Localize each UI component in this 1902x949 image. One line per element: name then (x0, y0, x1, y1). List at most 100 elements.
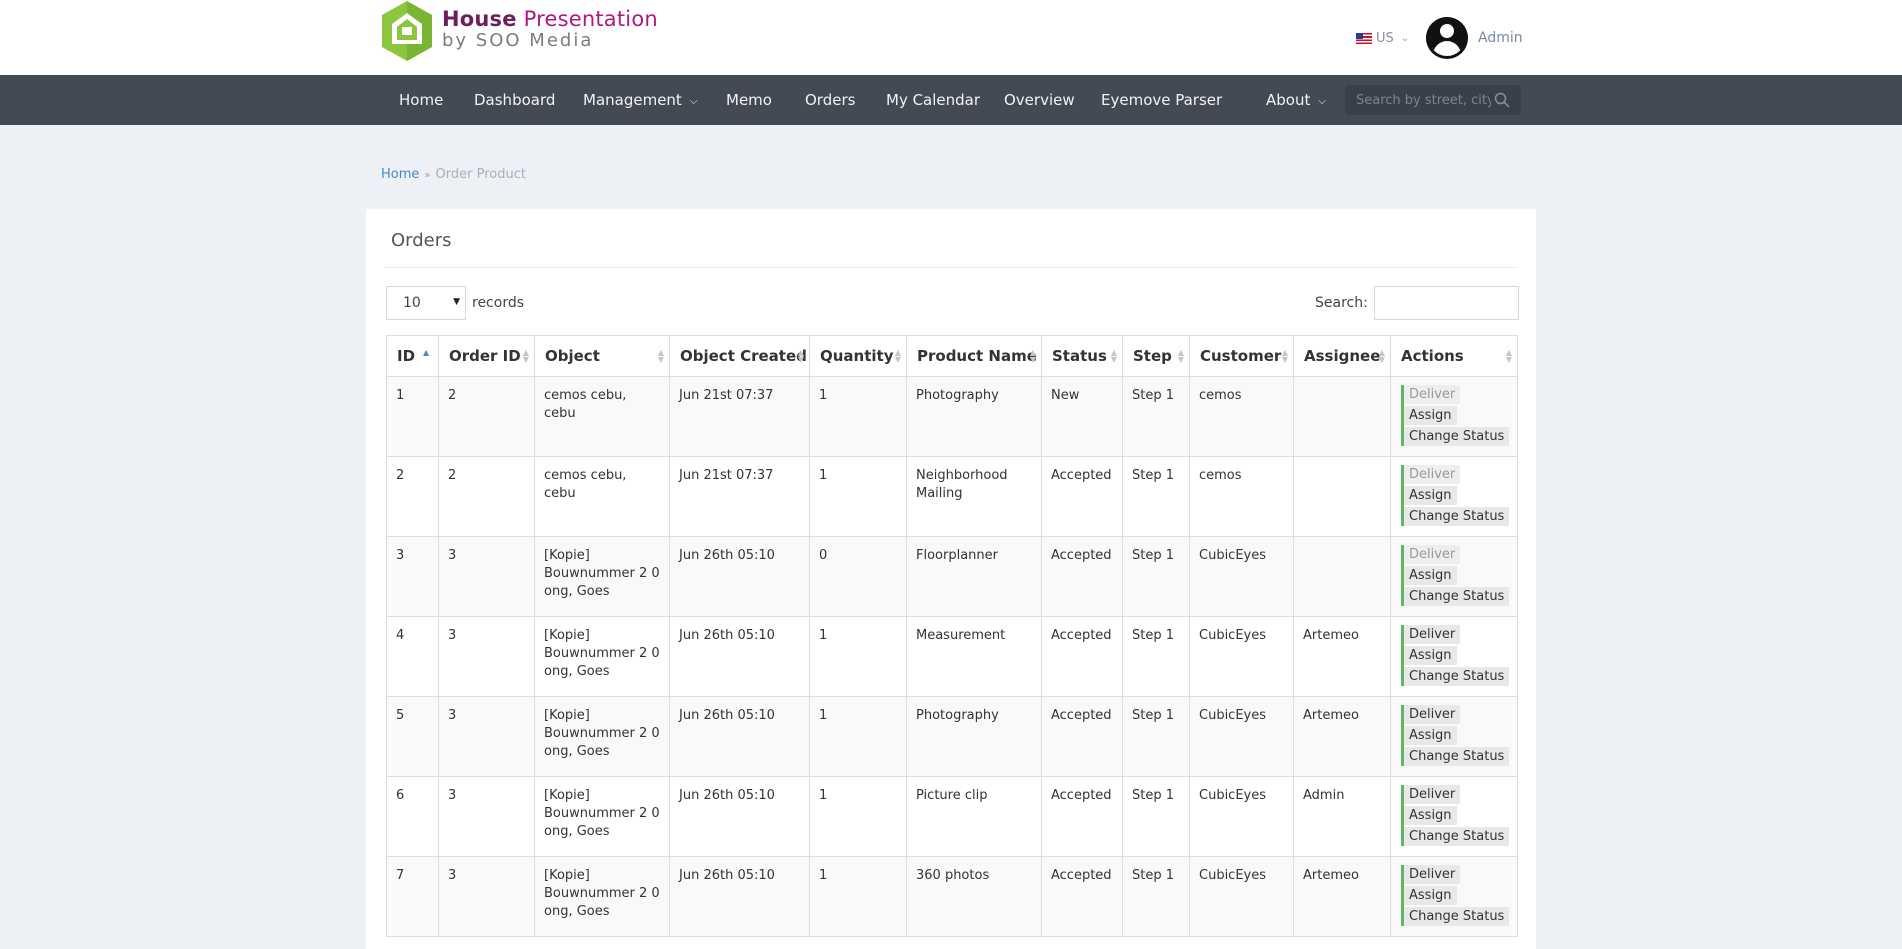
deliver-button[interactable]: Deliver (1404, 465, 1461, 484)
column-header-status[interactable]: Status ▲ ▼ (1041, 335, 1123, 377)
language-label: US (1376, 31, 1394, 46)
column-header-actions[interactable]: Actions ▲ ▼ (1390, 335, 1518, 377)
user-name: Admin (1478, 30, 1523, 46)
cell-assignee (1293, 376, 1391, 457)
assign-button[interactable]: Assign (1404, 806, 1457, 825)
cell-assignee (1293, 456, 1391, 537)
deliver-button[interactable]: Deliver (1404, 625, 1461, 644)
nav-item-memo[interactable]: Memo (726, 75, 772, 125)
column-header-label: Status (1052, 347, 1107, 365)
cell-customer: CubicEyes (1189, 536, 1294, 617)
column-header-product-name[interactable]: Product Name ▲ ▼ (906, 335, 1042, 377)
cell-object: [Kopie] Bouwnummer 2 0 ong, Goes (534, 536, 670, 617)
sort-icon: ▲ ▼ (522, 348, 529, 364)
deliver-button[interactable]: Deliver (1404, 705, 1461, 724)
column-header-object-created[interactable]: Object Created ▲ ▼ (669, 335, 810, 377)
column-header-quantity[interactable]: Quantity ▲ ▼ (809, 335, 907, 377)
cell-order-id: 3 (438, 856, 535, 937)
action-button-group: Deliver Assign Change Status (1401, 785, 1510, 846)
cell-order-id: 2 (438, 376, 535, 457)
column-header-customer[interactable]: Customer ▲ ▼ (1189, 335, 1294, 377)
nav-item-dashboard[interactable]: Dashboard (474, 75, 555, 125)
cell-assignee: Artemeo (1293, 616, 1391, 697)
top-header: House Presentation by SOO Media US ⌄ Adm… (0, 0, 1902, 75)
chevron-down-icon: ⌵ (1318, 96, 1326, 107)
cell-product-name: Neighborhood Mailing (906, 456, 1042, 537)
cell-object-created: Jun 26th 05:10 (669, 536, 810, 617)
breadcrumb: Home » Order Product (381, 167, 526, 182)
nav-item-about[interactable]: About ⌵ (1266, 75, 1326, 125)
cell-id: 4 (386, 616, 439, 697)
breadcrumb-home-link[interactable]: Home (381, 167, 419, 182)
cell-order-id: 3 (438, 776, 535, 857)
cell-actions: Deliver Assign Change Status (1390, 856, 1518, 937)
change-status-button[interactable]: Change Status (1404, 747, 1510, 766)
sort-icon: ▲ ▼ (1378, 348, 1385, 364)
nav-item-home[interactable]: Home (399, 75, 443, 125)
cell-quantity: 1 (809, 456, 907, 537)
nav-item-my-calendar[interactable]: My Calendar (886, 75, 980, 125)
us-flag-icon (1356, 33, 1372, 44)
action-button-group: Deliver Assign Change Status (1401, 545, 1510, 606)
cell-object-created: Jun 26th 05:10 (669, 616, 810, 697)
nav-item-management[interactable]: Management ⌵ (583, 75, 697, 125)
table-row: 1 2 cemos cebu, cebu Jun 21st 07:37 1 Photogr… (386, 376, 1518, 457)
user-menu[interactable]: Admin (1426, 17, 1523, 59)
assign-button[interactable]: Assign (1404, 886, 1457, 905)
cell-product-name: Photography (906, 376, 1042, 457)
page-title: Orders (391, 230, 452, 251)
sort-icon: ▲ ▼ (1029, 348, 1036, 364)
language-selector[interactable]: US ⌄ (1356, 31, 1409, 46)
assign-button[interactable]: Assign (1404, 406, 1457, 425)
column-header-label: ID (397, 347, 416, 365)
assign-button[interactable]: Assign (1404, 486, 1457, 505)
deliver-button[interactable]: Deliver (1404, 545, 1461, 564)
cell-step: Step 1 (1122, 456, 1190, 537)
column-header-label: Object Created (680, 347, 807, 365)
change-status-button[interactable]: Change Status (1404, 587, 1510, 606)
orders-panel: Orders 10 ▼ records Search: ID ▲ Order ID… (366, 209, 1536, 949)
deliver-button[interactable]: Deliver (1404, 785, 1461, 804)
cell-customer: CubicEyes (1189, 616, 1294, 697)
cell-actions: Deliver Assign Change Status (1390, 616, 1518, 697)
table-row: 7 3 [Kopie] Bouwnummer 2 0 ong, Goes Jun 26… (386, 856, 1518, 937)
chevron-down-icon: ⌄ (1400, 33, 1410, 44)
column-header-order-id[interactable]: Order ID ▲ ▼ (438, 335, 535, 377)
cell-assignee (1293, 536, 1391, 617)
change-status-button[interactable]: Change Status (1404, 427, 1510, 446)
column-header-assignee[interactable]: Assignee ▲ ▼ (1293, 335, 1391, 377)
search-icon[interactable] (1494, 92, 1510, 108)
nav-item-eyemove-parser[interactable]: Eyemove Parser (1101, 75, 1222, 125)
cell-actions: Deliver Assign Change Status (1390, 776, 1518, 857)
nav-label: About (1266, 91, 1311, 109)
change-status-button[interactable]: Change Status (1404, 827, 1510, 846)
cell-quantity: 1 (809, 696, 907, 777)
cell-id: 2 (386, 456, 439, 537)
table-row: 4 3 [Kopie] Bouwnummer 2 0 ong, Goes Jun 26… (386, 616, 1518, 697)
cell-product-name: Picture clip (906, 776, 1042, 857)
column-header-step[interactable]: Step ▲ ▼ (1122, 335, 1190, 377)
change-status-button[interactable]: Change Status (1404, 907, 1510, 926)
cell-status: Accepted (1041, 456, 1123, 537)
deliver-button[interactable]: Deliver (1404, 865, 1461, 884)
sort-asc-icon: ▲ (423, 348, 430, 357)
change-status-button[interactable]: Change Status (1404, 667, 1510, 686)
table-row: 5 3 [Kopie] Bouwnummer 2 0 ong, Goes Jun 26… (386, 696, 1518, 777)
cell-id: 3 (386, 536, 439, 617)
nav-item-overview[interactable]: Overview (1004, 75, 1075, 125)
cell-customer: CubicEyes (1189, 696, 1294, 777)
assign-button[interactable]: Assign (1404, 566, 1457, 585)
column-header-object[interactable]: Object ▲ ▼ (534, 335, 670, 377)
cell-object: cemos cebu, cebu (534, 376, 670, 457)
logo[interactable]: House Presentation by SOO Media (380, 0, 658, 62)
records-per-page-select[interactable]: 10 ▼ (386, 286, 466, 320)
nav-item-orders[interactable]: Orders (805, 75, 855, 125)
assign-button[interactable]: Assign (1404, 726, 1457, 745)
column-header-id[interactable]: ID ▲ (386, 335, 439, 377)
assign-button[interactable]: Assign (1404, 646, 1457, 665)
column-header-label: Step (1133, 347, 1172, 365)
nav-label: Management (583, 91, 682, 109)
change-status-button[interactable]: Change Status (1404, 507, 1510, 526)
deliver-button[interactable]: Deliver (1404, 385, 1461, 404)
table-search-input[interactable] (1373, 286, 1519, 320)
